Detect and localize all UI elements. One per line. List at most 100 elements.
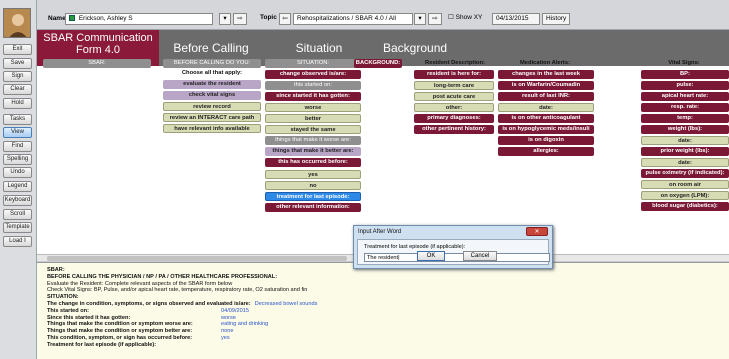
- user-photo: [3, 8, 31, 38]
- topic-dropdown-button[interactable]: ▾: [414, 13, 426, 25]
- dialog-input-value: The resident: [367, 255, 399, 261]
- before-calling-item[interactable]: review record: [163, 102, 261, 111]
- vital-sign-item[interactable]: on oxygen (LPM):: [641, 191, 729, 200]
- dialog-input[interactable]: The resident|: [364, 253, 550, 262]
- sidebar-find-button[interactable]: Find: [3, 141, 32, 152]
- note-row: The change in condition, symptoms, or si…: [47, 301, 719, 308]
- medication-alert-item[interactable]: is on hypoglycemic meds/insuli: [498, 125, 594, 134]
- vital-sign-item[interactable]: date:: [641, 136, 729, 145]
- note-row-value: none: [221, 328, 234, 335]
- show-xy-checkbox[interactable]: ☐ Show XY: [445, 13, 485, 25]
- note-row: This condition, symptom, or sign has occ…: [47, 335, 719, 342]
- topic-label: Topic: [260, 14, 277, 21]
- situation-item[interactable]: things that make it better are:: [265, 147, 361, 156]
- situation-item[interactable]: things that make it worse are:: [265, 136, 361, 145]
- sidebar-tasks-button[interactable]: Tasks: [3, 114, 32, 125]
- vital-sign-item[interactable]: temp:: [641, 114, 729, 123]
- date-field[interactable]: 04/13/2015: [492, 13, 540, 25]
- situation-item[interactable]: yes: [265, 170, 361, 179]
- sidebar-spelling-button[interactable]: Spelling: [3, 154, 32, 165]
- medication-alert-item[interactable]: changes in the last week: [498, 70, 594, 79]
- note-row-label: Things that make the condition or sympto…: [47, 321, 193, 328]
- name-field[interactable]: Erickson, Ashley S: [65, 13, 213, 25]
- note-line: BEFORE CALLING THE PHYSICIAN / NP / PA /…: [47, 273, 278, 280]
- resident-description-item[interactable]: long-term care: [414, 81, 494, 90]
- sidebar-sign-button[interactable]: Sign: [3, 71, 32, 82]
- vital-sign-item[interactable]: pulse oximetry (if indicated):: [641, 169, 729, 178]
- sidebar-scroll-button[interactable]: Scroll: [3, 209, 32, 220]
- situation-item[interactable]: other relevant information:: [265, 203, 361, 212]
- sidebar-load-i-button[interactable]: Load I: [3, 236, 32, 247]
- situation-item[interactable]: SITUATION:: [265, 59, 361, 68]
- medication-alert-item[interactable]: result of last INR:: [498, 92, 594, 101]
- situation-item[interactable]: this started on:: [265, 81, 361, 90]
- medication-alert-item[interactable]: date:: [498, 103, 594, 112]
- background-label[interactable]: BACKGROUND:: [354, 59, 402, 68]
- scrollbar-thumb[interactable]: [47, 256, 347, 261]
- sidebar-keyboard-button[interactable]: Keyboard: [3, 195, 32, 206]
- sidebar-view-button[interactable]: View: [3, 127, 32, 138]
- before-calling-item[interactable]: BEFORE CALLING DO YOU:: [163, 59, 261, 68]
- resident-description-item[interactable]: other pertinent history:: [414, 125, 494, 134]
- before-calling-item[interactable]: review an INTERACT care path: [163, 113, 261, 122]
- note-row-label: Treatment for last episode (if applicabl…: [47, 341, 157, 348]
- note-row-value: yes: [221, 334, 230, 341]
- vital-sign-item[interactable]: date:: [641, 158, 729, 167]
- situation-item[interactable]: no: [265, 181, 361, 190]
- sidebar-clear-button[interactable]: Clear: [3, 84, 32, 95]
- sidebar-save-button[interactable]: Save: [3, 58, 32, 69]
- resident-description-item[interactable]: primary diagnoses:: [414, 114, 494, 123]
- note-row-label: This condition, symptom, or sign has occ…: [47, 334, 193, 341]
- sidebar-legend-button[interactable]: Legend: [3, 181, 32, 192]
- medication-alert-item[interactable]: is on Warfarin/Coumadin: [498, 81, 594, 90]
- vital-sign-item[interactable]: pulse:: [641, 81, 729, 90]
- note-row-label: Things that make the condition or sympto…: [47, 328, 193, 335]
- next-arrow-icon[interactable]: ⇨: [233, 13, 247, 25]
- name-dropdown-button[interactable]: ▾: [219, 13, 231, 25]
- situation-item[interactable]: treatment for last episode:: [265, 192, 361, 201]
- note-line: SITUATION:: [47, 294, 79, 301]
- situation-item[interactable]: change observed is/are:: [265, 70, 361, 79]
- medication-alert-item[interactable]: allergies:: [498, 147, 594, 156]
- resident-description-item[interactable]: post acute care: [414, 92, 494, 101]
- sidebar-undo-button[interactable]: Undo: [3, 167, 32, 178]
- prev-arrow-icon[interactable]: ⇦: [279, 13, 291, 25]
- resident-description-item[interactable]: other:: [414, 103, 494, 112]
- ok-button[interactable]: OK: [417, 251, 445, 261]
- note-row: Things that make the condition or sympto…: [47, 321, 719, 328]
- vital-sign-item[interactable]: weight (lbs):: [641, 125, 729, 134]
- vital-sign-item[interactable]: blood sugar (diabetics):: [641, 202, 729, 211]
- before-calling-item[interactable]: have relevant info available: [163, 124, 261, 133]
- cancel-button[interactable]: Cancel: [463, 251, 497, 261]
- resident-description-header: Resident Description:: [425, 60, 485, 66]
- vital-sign-item[interactable]: resp. rate:: [641, 103, 729, 112]
- name-value: Erickson, Ashley S: [78, 15, 133, 22]
- before-calling-item: Choose all that apply:: [163, 69, 261, 78]
- situation-item[interactable]: this has occurred before:: [265, 158, 361, 167]
- situation-item[interactable]: better: [265, 114, 361, 123]
- sidebar-exit-button[interactable]: Exit: [3, 44, 32, 55]
- medication-alert-item[interactable]: is on digoxin: [498, 136, 594, 145]
- sbar-chip[interactable]: SBAR:: [43, 59, 151, 68]
- situation-item[interactable]: since started it has gotten:: [265, 92, 361, 101]
- topic-next-arrow-icon[interactable]: ⇨: [428, 13, 442, 25]
- close-button[interactable]: ✕: [526, 227, 548, 236]
- note-output-panel[interactable]: SBAR: BEFORE CALLING THE PHYSICIAN / NP /…: [37, 262, 729, 359]
- dialog-prompt: Treatment for last episode (if applicabl…: [364, 244, 466, 250]
- sidebar-template-button[interactable]: Template: [3, 222, 32, 233]
- situation-item[interactable]: worse: [265, 103, 361, 112]
- before-calling-item[interactable]: evaluate the resident: [163, 80, 261, 89]
- history-button[interactable]: History: [542, 13, 570, 25]
- note-row-value: 04/09/2015: [221, 307, 249, 314]
- vital-sign-item[interactable]: BP:: [641, 70, 729, 79]
- topic-field[interactable]: Rehospitalizations / SBAR 4.0 / All: [293, 13, 413, 25]
- situation-item[interactable]: stayed the same: [265, 125, 361, 134]
- note-row-value: worse: [221, 314, 236, 321]
- resident-description-item[interactable]: resident is here for:: [414, 70, 494, 79]
- sidebar-hold-button[interactable]: Hold: [3, 98, 32, 109]
- vital-sign-item[interactable]: prior weight (lbs):: [641, 147, 729, 156]
- vital-sign-item[interactable]: on room air: [641, 180, 729, 189]
- before-calling-item[interactable]: check vital signs: [163, 91, 261, 100]
- vital-sign-item[interactable]: apical heart rate:: [641, 92, 729, 101]
- medication-alert-item[interactable]: is on other anticoagulant: [498, 114, 594, 123]
